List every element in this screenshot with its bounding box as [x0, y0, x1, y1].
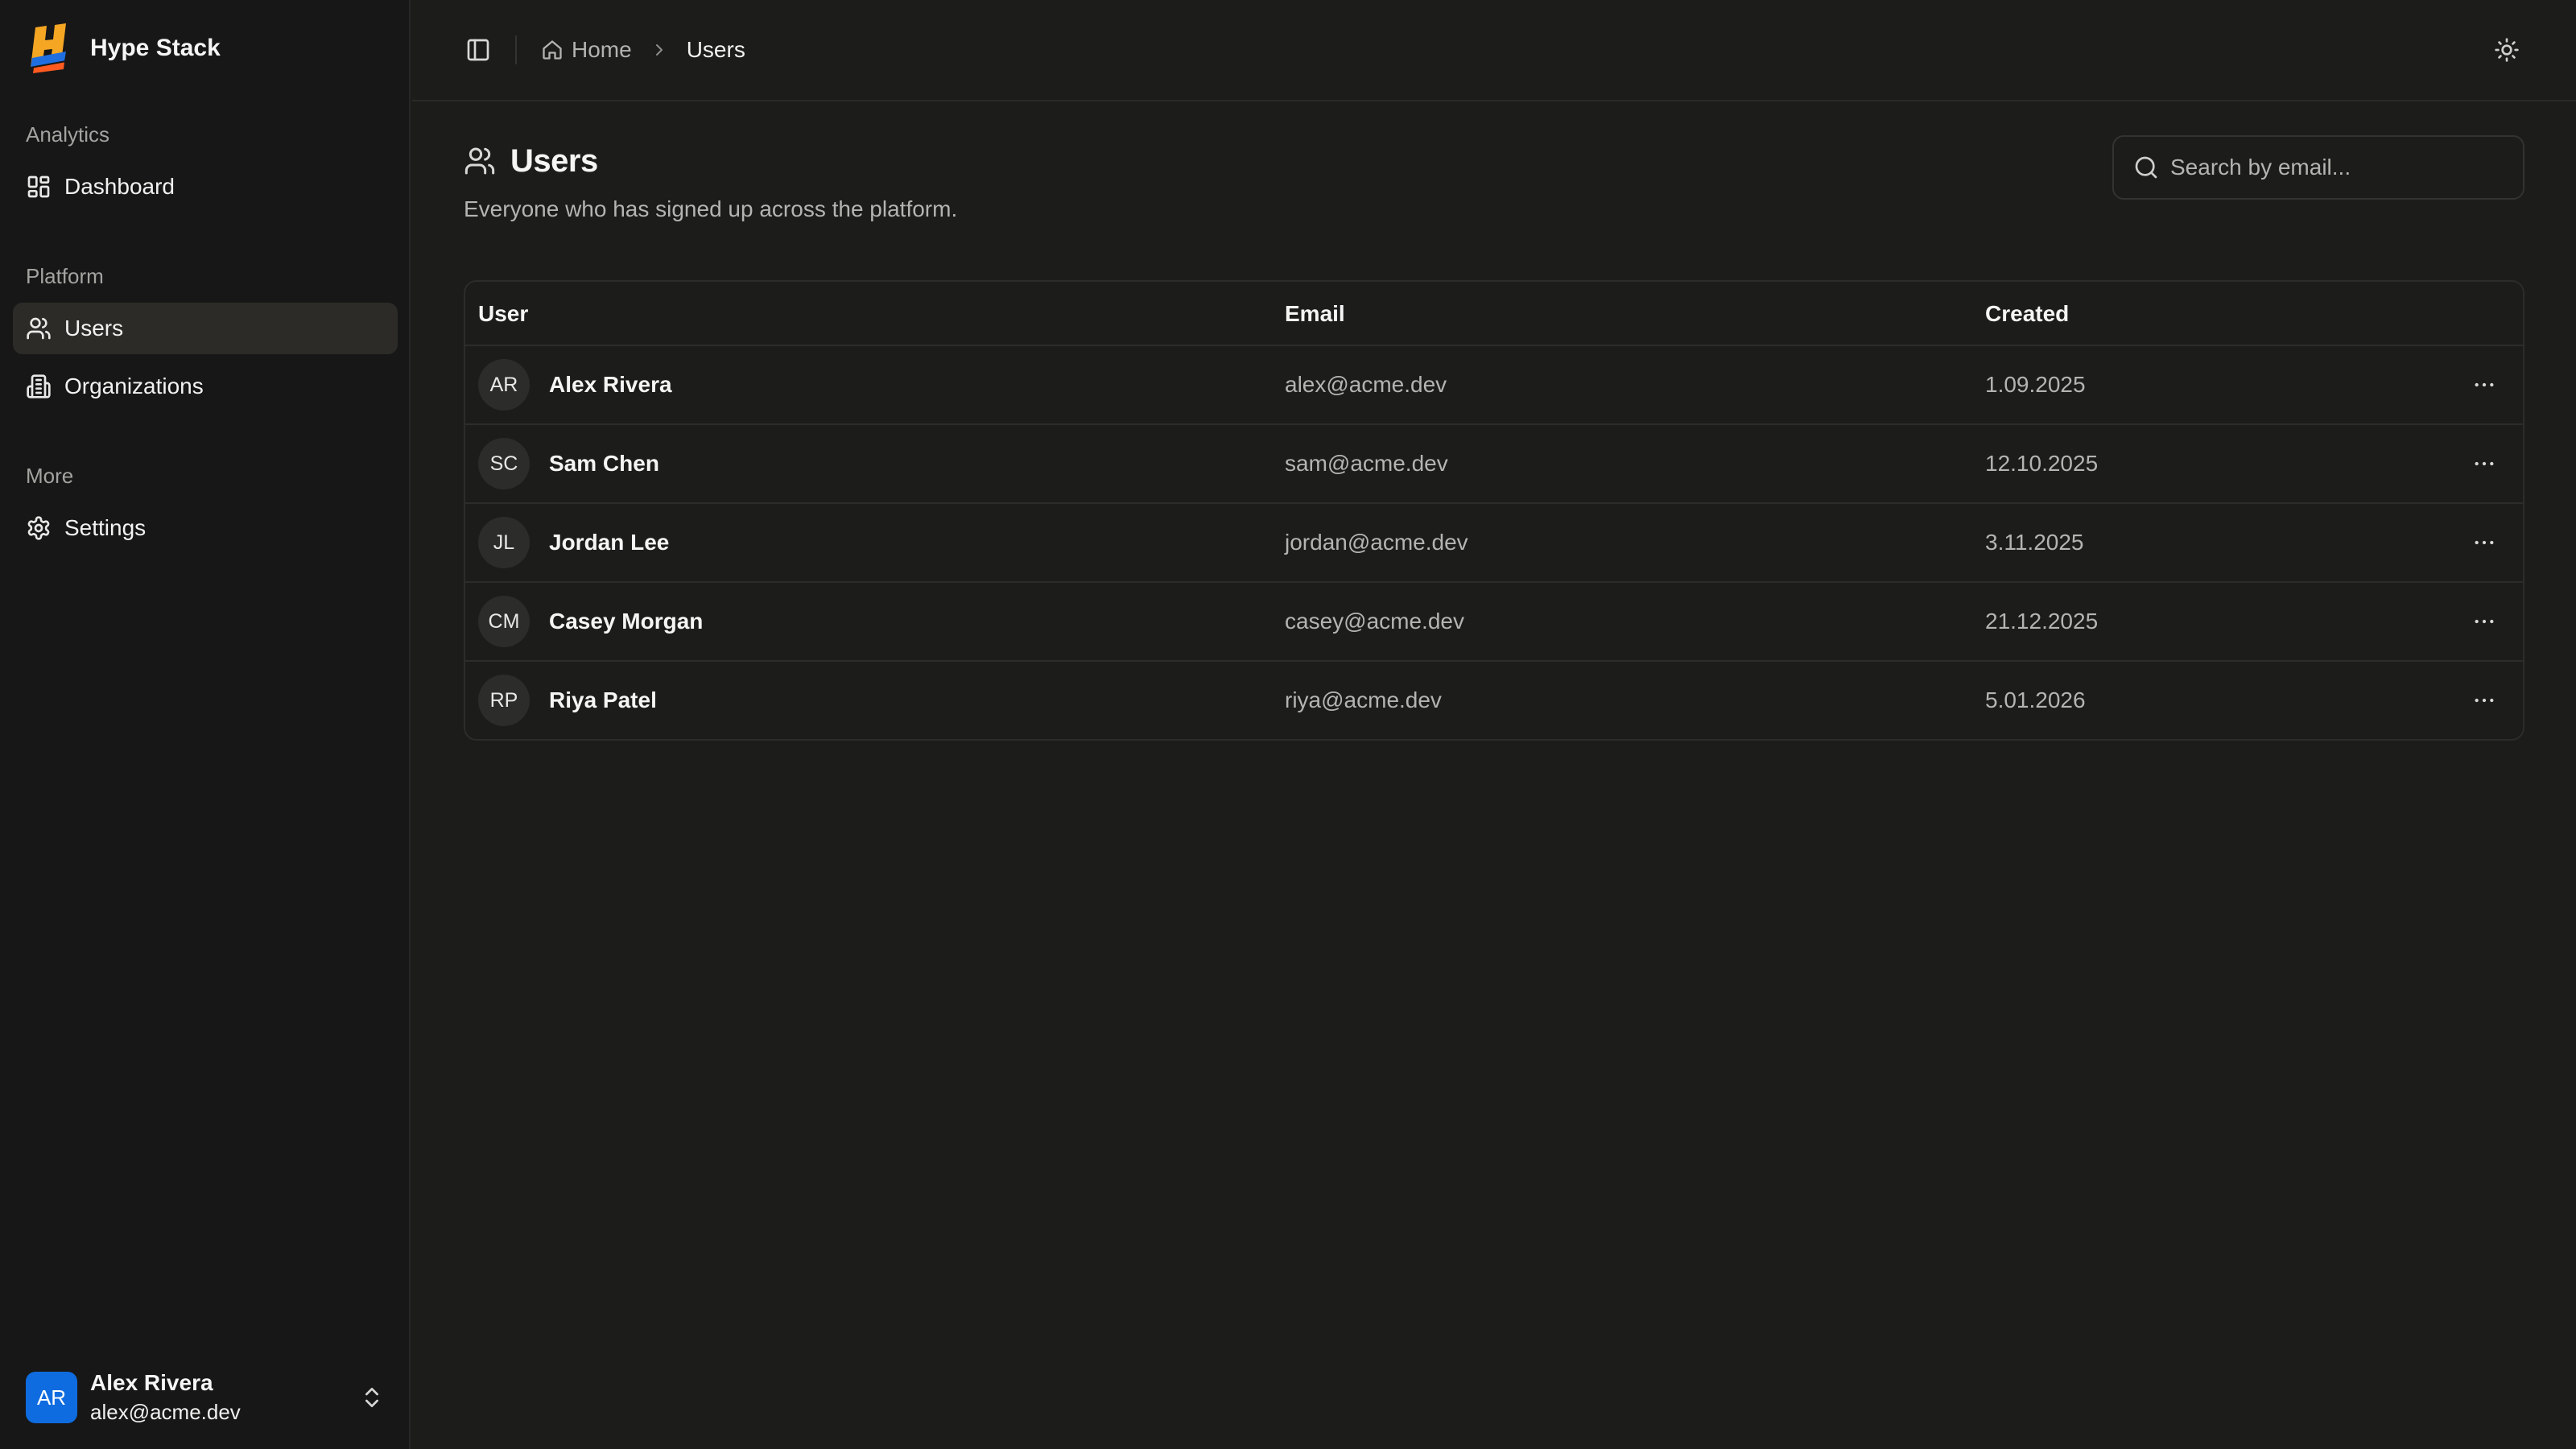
column-header-user[interactable]: User: [478, 282, 528, 346]
chevron-right-icon: [650, 40, 669, 60]
chevrons-up-down-icon: [359, 1385, 385, 1410]
page-subtitle: Everyone who has signed up across the pl…: [464, 196, 958, 221]
avatar: AR: [26, 1372, 77, 1423]
user-meta: Alex Rivera alex@acme.dev: [90, 1368, 241, 1426]
group-label-platform: Platform: [26, 264, 104, 288]
header-divider: [515, 35, 517, 64]
created-cell: 1.09.2025: [1985, 372, 2086, 397]
more-horizontal-icon[interactable]: [2471, 687, 2497, 713]
sun-icon[interactable]: [2494, 37, 2520, 63]
sidebar-item-dashboard[interactable]: Dashboard: [13, 161, 398, 213]
avatar: CM: [478, 596, 530, 647]
table-row[interactable]: CM Casey Morgan casey@acme.dev 21.12.202…: [465, 583, 2523, 662]
avatar: RP: [478, 675, 530, 726]
building-icon: [26, 374, 52, 399]
sidebar-item-label: Settings: [64, 515, 147, 540]
page-title: Users: [510, 142, 598, 179]
dashboard-icon: [26, 174, 52, 200]
brand-name: Hype Stack: [90, 35, 221, 61]
table-row[interactable]: SC Sam Chen sam@acme.dev 12.10.2025: [465, 425, 2523, 504]
avatar: JL: [478, 517, 530, 568]
user-cell: RP Riya Patel: [478, 662, 657, 739]
email-cell: sam@acme.dev: [1285, 451, 1448, 476]
user-name: Casey Morgan: [549, 609, 704, 634]
breadcrumb-current: Users: [686, 37, 745, 62]
user-cell: CM Casey Morgan: [478, 583, 703, 660]
more-horizontal-icon[interactable]: [2471, 530, 2497, 555]
user-name: Riya Patel: [549, 687, 657, 712]
table-header: User Email Created: [465, 282, 2523, 346]
table-row[interactable]: JL Jordan Lee jordan@acme.dev 3.11.2025: [465, 504, 2523, 583]
column-header-created[interactable]: Created: [1985, 282, 2069, 346]
group-label-analytics: Analytics: [26, 122, 110, 147]
email-cell: jordan@acme.dev: [1285, 530, 1468, 555]
email-cell: casey@acme.dev: [1285, 609, 1464, 634]
sidebar-item-label: Organizations: [64, 374, 204, 398]
user-name: Alex Rivera: [549, 372, 672, 397]
sidebar-item-label: Users: [64, 316, 124, 341]
more-horizontal-icon[interactable]: [2471, 451, 2497, 477]
avatar: SC: [478, 438, 530, 489]
search-input[interactable]: [2170, 143, 2508, 192]
created-cell: 3.11.2025: [1985, 530, 2084, 555]
user-name: Alex Rivera: [90, 1370, 213, 1395]
sidebar-toggle-icon[interactable]: [465, 37, 491, 63]
page-header: Users Everyone who has signed up across …: [464, 140, 957, 222]
title-row: Users: [464, 140, 957, 182]
user-cell: JL Jordan Lee: [478, 504, 669, 581]
breadcrumb-home-link[interactable]: Home: [572, 37, 632, 63]
sidebar-item-organizations[interactable]: Organizations: [13, 361, 398, 412]
top-bar: Home Users: [412, 0, 2576, 101]
sidebar-item-users[interactable]: Users: [13, 303, 398, 354]
sidebar-item-label: Dashboard: [64, 174, 175, 199]
search-icon: [2133, 155, 2159, 180]
more-horizontal-icon[interactable]: [2471, 609, 2497, 634]
email-cell: alex@acme.dev: [1285, 372, 1447, 397]
brand[interactable]: Hype Stack: [29, 19, 221, 77]
gear-icon: [26, 515, 52, 541]
user-cell: AR Alex Rivera: [478, 346, 672, 423]
column-header-email[interactable]: Email: [1285, 282, 1345, 346]
created-cell: 12.10.2025: [1985, 451, 2099, 476]
search-box[interactable]: [2112, 135, 2524, 200]
created-cell: 21.12.2025: [1985, 609, 2099, 634]
user-name: Sam Chen: [549, 451, 659, 476]
user-name: Jordan Lee: [549, 530, 670, 555]
created-cell: 5.01.2026: [1985, 687, 2086, 712]
sidebar-item-settings[interactable]: Settings: [13, 502, 398, 554]
avatar: AR: [478, 359, 530, 411]
user-cell: SC Sam Chen: [478, 425, 659, 502]
user-email: alex@acme.dev: [90, 1400, 241, 1424]
users-icon: [26, 316, 52, 341]
more-horizontal-icon[interactable]: [2471, 372, 2497, 398]
table-row[interactable]: AR Alex Rivera alex@acme.dev 1.09.2025: [465, 346, 2523, 425]
table-row[interactable]: RP Riya Patel riya@acme.dev 5.01.2026: [465, 662, 2523, 739]
hype-stack-logo-icon: [29, 23, 71, 74]
account-switcher[interactable]: AR Alex Rivera alex@acme.dev: [26, 1370, 385, 1425]
group-label-more: More: [26, 464, 74, 488]
sidebar: Hype Stack Analytics Dashboard Platform …: [0, 0, 411, 1449]
breadcrumb: Home Users: [541, 32, 745, 68]
users-table: User Email Created AR Alex Rivera alex@a…: [464, 280, 2524, 741]
email-cell: riya@acme.dev: [1285, 687, 1442, 712]
users-icon: [464, 145, 496, 177]
home-icon[interactable]: [541, 39, 564, 61]
